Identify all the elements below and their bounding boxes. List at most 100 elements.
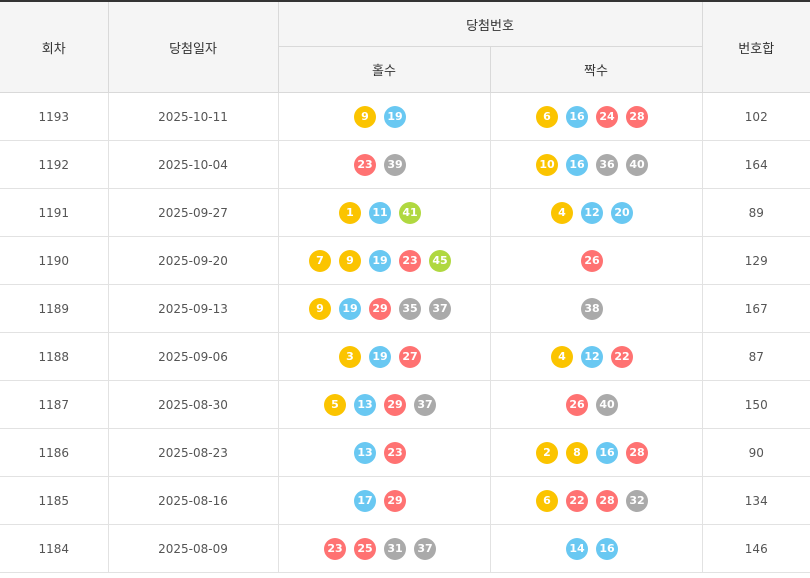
round-cell: 1188 [0,332,109,381]
even-numbers-cell: 2 8 16 28 [489,428,703,477]
lotto-ball: 32 [626,489,648,512]
date-cell: 2025-10-04 [107,140,279,189]
date-cell: 2025-08-09 [107,524,279,573]
lotto-ball: 13 [354,393,376,416]
lotto-ball: 9 [339,249,361,272]
date-cell: 2025-08-23 [107,428,279,477]
lotto-ball: 37 [414,537,436,560]
lotto-ball: 19 [369,249,391,272]
lotto-ball: 12 [581,201,603,224]
lotto-ball: 22 [611,345,633,368]
round-cell: 1187 [0,380,109,429]
date-cell: 2025-09-13 [107,284,279,333]
lotto-ball: 14 [566,537,588,560]
lotto-ball: 13 [354,441,376,464]
round-cell: 1191 [0,188,109,237]
date-cell: 2025-09-20 [107,236,279,285]
lotto-ball: 28 [596,489,618,512]
odd-numbers-cell: 23 25 31 37 [277,524,491,573]
round-cell: 1184 [0,524,109,573]
even-numbers-cell: 14 16 [489,524,703,573]
sum-cell: 90 [701,428,810,477]
round-cell: 1193 [0,92,109,141]
table-row: 1184 2025-08-09 23 25 31 37 14 16 146 [0,524,810,573]
lotto-ball: 20 [611,201,633,224]
lotto-ball: 29 [384,489,406,512]
lotto-ball: 31 [384,537,406,560]
round-cell: 1189 [0,284,109,333]
table-header: 회차 당첨일자 당첨번호 번호합 홀수 짝수 [0,0,810,93]
table-row: 1192 2025-10-04 23 39 10 16 36 40 164 [0,140,810,189]
odd-numbers-cell: 5 13 29 37 [277,380,491,429]
lotto-ball: 29 [384,393,406,416]
sum-cell: 134 [701,476,810,525]
odd-numbers-cell: 23 39 [277,140,491,189]
header-round: 회차 [0,0,109,93]
lotto-ball: 3 [339,345,361,368]
odd-numbers-cell: 1 11 41 [277,188,491,237]
lotto-ball: 36 [596,153,618,176]
lotto-ball: 17 [354,489,376,512]
lotto-ball: 23 [354,153,376,176]
even-numbers-cell: 6 22 28 32 [489,476,703,525]
lotto-ball: 41 [399,201,421,224]
even-numbers-cell: 26 40 [489,380,703,429]
odd-numbers-cell: 9 19 [277,92,491,141]
date-cell: 2025-09-27 [107,188,279,237]
sum-cell: 129 [701,236,810,285]
sum-cell: 146 [701,524,810,573]
lotto-ball: 25 [354,537,376,560]
lotto-ball: 9 [309,297,331,320]
lotto-ball: 4 [551,201,573,224]
lotto-ball: 27 [399,345,421,368]
lotto-ball: 16 [596,537,618,560]
lotto-ball: 16 [566,153,588,176]
sum-cell: 102 [701,92,810,141]
lotto-ball: 19 [384,105,406,128]
odd-numbers-cell: 9 19 29 35 37 [277,284,491,333]
lotto-ball: 37 [414,393,436,416]
lotto-ball: 5 [324,393,346,416]
lotto-ball: 6 [536,105,558,128]
lotto-ball: 19 [339,297,361,320]
sum-cell: 87 [701,332,810,381]
date-cell: 2025-09-06 [107,332,279,381]
table-row: 1186 2025-08-23 13 23 2 8 16 28 90 [0,428,810,477]
date-cell: 2025-10-11 [107,92,279,141]
header-odd: 홀수 [278,46,491,93]
lotto-ball: 40 [626,153,648,176]
even-numbers-cell: 10 16 36 40 [489,140,703,189]
lotto-ball: 8 [566,441,588,464]
round-cell: 1186 [0,428,109,477]
table-row: 1188 2025-09-06 3 19 27 4 12 22 87 [0,332,810,381]
lotto-ball: 4 [551,345,573,368]
lotto-ball: 2 [536,441,558,464]
table-row: 1193 2025-10-11 9 19 6 16 24 28 102 [0,92,810,141]
table-row: 1190 2025-09-20 7 9 19 23 45 26 129 [0,236,810,285]
sum-cell: 167 [701,284,810,333]
table-body: 1193 2025-10-11 9 19 6 16 24 28 102 1192 2025-10-0… [0,92,810,573]
lotto-ball: 11 [369,201,391,224]
sum-cell: 150 [701,380,810,429]
lotto-ball: 40 [596,393,618,416]
lotto-ball: 28 [626,105,648,128]
sum-cell: 164 [701,140,810,189]
lotto-ball: 23 [324,537,346,560]
lotto-ball: 23 [384,441,406,464]
lotto-ball: 24 [596,105,618,128]
table-row: 1189 2025-09-13 9 19 29 35 37 38 167 [0,284,810,333]
lotto-results-table: 회차 당첨일자 당첨번호 번호합 홀수 짝수 1193 2025-10-11 9 19… [0,0,810,573]
lotto-ball: 10 [536,153,558,176]
lotto-ball: 37 [429,297,451,320]
round-cell: 1185 [0,476,109,525]
table-row: 1191 2025-09-27 1 11 41 4 12 20 89 [0,188,810,237]
even-numbers-cell: 38 [489,284,703,333]
lotto-ball: 26 [581,249,603,272]
lotto-ball: 23 [399,249,421,272]
table-row: 1185 2025-08-16 17 29 6 22 28 32 134 [0,476,810,525]
lotto-ball: 35 [399,297,421,320]
lotto-ball: 45 [429,249,451,272]
lotto-ball: 1 [339,201,361,224]
header-even: 짝수 [489,46,702,93]
round-cell: 1190 [0,236,109,285]
